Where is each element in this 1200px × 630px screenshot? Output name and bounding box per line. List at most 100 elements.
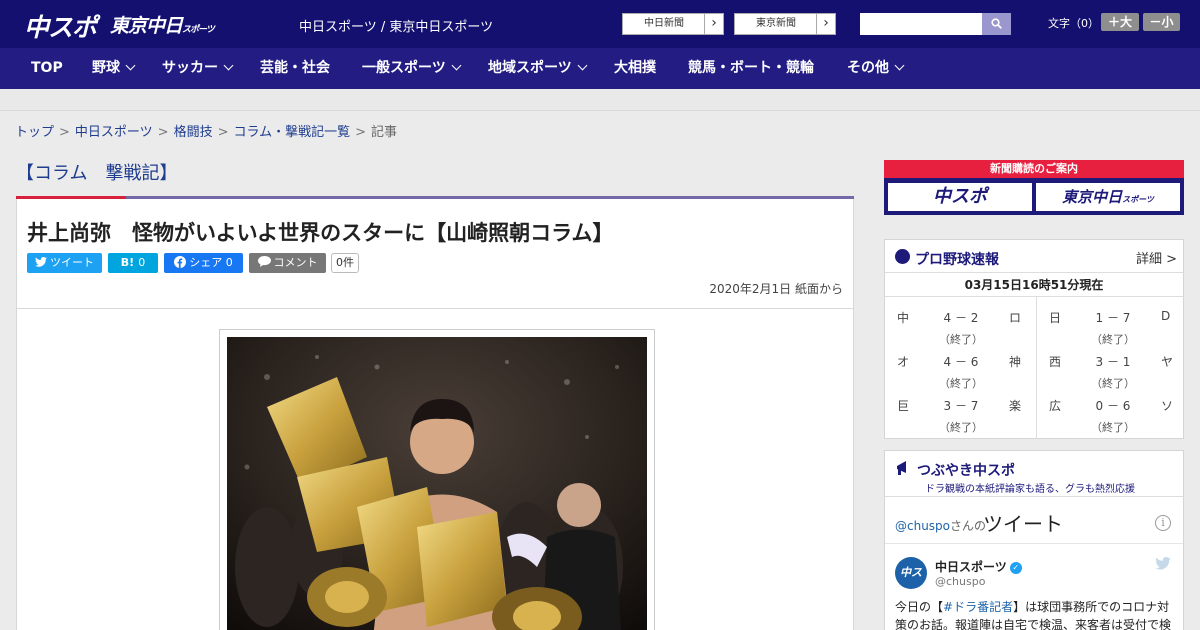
away-team: 神 [1009,355,1022,369]
away-team: ヤ [1161,355,1174,369]
font-smaller-button[interactable]: －小 [1143,13,1180,31]
search-button[interactable] [982,13,1011,35]
twitter-bird-icon[interactable] [1155,557,1171,570]
avatar[interactable]: 中スポ [895,557,927,611]
twitter-widget: つぶやき中スポ ドラ観戦の本紙評論家も語る、グラも熱烈応援 @chuspoさんの… [884,450,1184,630]
away-team: ロ [1009,311,1022,325]
hatena-icon: B! [120,256,135,269]
site-names[interactable]: 中日スポーツ / 東京中日スポーツ [299,16,493,35]
twitter-widget-subtitle: ドラ観戦の本紙評論家も語る、グラも熱烈応援 [925,484,1135,495]
breadcrumb-column-list[interactable]: コラム・撃戦記一覧 [234,125,351,140]
game-score[interactable]: 日 1 － 7 D （終了） [1037,297,1185,346]
twitter-handle-link[interactable]: @chuspoさんの [895,517,986,534]
chevron-down-icon [451,60,462,71]
subscription-chuspo-logo[interactable]: 中スポ [888,183,1032,211]
search-input[interactable] [860,13,982,35]
hatena-count: 0 [138,256,146,269]
facebook-icon [174,256,187,268]
nav-general-sports[interactable]: 一般スポーツ [362,48,462,89]
home-team: 中 [897,311,910,325]
nav-soccer[interactable]: サッカー [162,48,234,89]
twitter-bird-icon [35,256,47,267]
breadcrumb-chunichi-sports[interactable]: 中日スポーツ [75,125,153,140]
away-team: ソ [1161,399,1174,413]
home-team: 広 [1049,399,1062,413]
article-header: 井上尚弥 怪物がいよいよ世界のスターに【山崎照朝コラム】 ツイート B! 0 シェ… [16,199,854,309]
score: 1 － 7 [1095,311,1131,325]
baseball-icon [895,249,910,264]
font-larger-button[interactable]: ＋大 [1101,13,1139,31]
tokyo-shimbun-link[interactable]: 東京新聞 › [734,13,836,35]
nav-racing-label: 競馬・ボート・競輪 [688,60,814,76]
main-nav: TOP 野球 サッカー 芸能・社会 一般スポーツ 地域スポーツ 大相撲 競馬・ボ… [0,48,1200,89]
tweet-hashtag[interactable]: #ドラ番記者 [943,600,1013,614]
tweets-heading: ツイート [983,512,1063,536]
sub-band [0,89,1200,111]
speech-bubble-icon [257,256,271,267]
nav-baseball[interactable]: 野球 [92,48,136,89]
tweet-text: 今日の【#ドラ番記者】は球団事務所でのコロナ対策のお話。報道陣は自宅で検温、来客… [895,598,1175,630]
facebook-share-button[interactable]: シェア 0 [164,253,243,273]
breadcrumb-top[interactable]: トップ [15,125,54,140]
info-icon[interactable]: i [1155,515,1171,531]
tweet-author-name[interactable]: 中日スポーツ ✓ [935,558,1022,575]
baseball-details-link[interactable]: 詳細 > [1136,248,1177,267]
game-score[interactable]: 巨 3 － 7 楽 （終了） [885,385,1033,434]
score: 0 － 6 [1095,399,1131,413]
score: 4 － 6 [943,355,979,369]
nav-sumo[interactable]: 大相撲 [614,48,656,89]
game-score[interactable]: オ 4 － 6 神 （終了） [885,341,1033,390]
game-score[interactable]: 中 4 － 2 ロ （終了） [885,297,1033,346]
chevron-down-icon [577,60,588,71]
baseball-widget-title: プロ野球速報 [915,252,999,268]
article-photo[interactable] [227,337,647,630]
breadcrumb-martial-arts[interactable]: 格闘技 [174,125,213,140]
subscription-tokyo-chunichi-logo[interactable]: 東京中日スポーツ [1036,183,1180,211]
article-body [16,308,854,630]
nav-local-sports[interactable]: 地域スポーツ [488,48,588,89]
nav-entertainment-label: 芸能・社会 [260,60,330,76]
article-photo-frame [219,329,655,630]
nav-entertainment[interactable]: 芸能・社会 [260,48,330,89]
subscription-tokyo-chunichi-small: スポーツ [1122,195,1154,204]
breadcrumb-separator: > [355,125,367,140]
away-team: 楽 [1009,399,1022,413]
home-team: 西 [1049,355,1062,369]
comment-button-label: コメント [273,256,318,269]
nav-sumo-label: 大相撲 [614,60,656,76]
game-score[interactable]: 広 0 － 6 ソ （終了） [1037,385,1185,434]
game-status: （終了） [1091,421,1135,434]
tokyo-chunichi-logo[interactable]: 東京中日スポーツ [110,11,215,38]
chevron-right-icon: › [704,14,723,34]
chunichi-shimbun-link[interactable]: 中日新聞 › [622,13,724,35]
tweet-author-handle[interactable]: @chuspo [935,575,985,588]
nav-racing[interactable]: 競馬・ボート・競輪 [688,48,814,89]
game-score[interactable]: 西 3 － 1 ヤ （終了） [1037,341,1185,390]
score: 3 － 7 [943,399,979,413]
score-timestamp: 03月15日16時51分現在 [885,273,1183,297]
tokyo-chunichi-logo-text: 東京中日 [110,15,183,37]
tweet-button[interactable]: ツイート [27,253,102,273]
chunichi-shimbun-label: 中日新聞 [644,18,684,29]
comment-count[interactable]: 0件 [331,253,359,273]
megaphone-icon [897,461,906,475]
twitter-handle-suffix: さんの [950,519,987,533]
facebook-share-label: シェア 0 [189,256,233,269]
nav-local-sports-label: 地域スポーツ [488,60,572,76]
nav-other[interactable]: その他 [847,48,905,89]
subscription-heading: 新聞購読のご案内 [990,162,1078,175]
chevron-right-icon: › [816,14,835,34]
home-team: 日 [1049,311,1062,325]
breadcrumb: トップ > 中日スポーツ > 格闘技 > コラム・撃戦記一覧 > 記事 [15,121,397,140]
comment-button[interactable]: コメント [249,253,326,273]
nav-top-label: TOP [31,60,63,76]
hatena-bookmark-button[interactable]: B! 0 [108,253,158,273]
top-header: 中スポ 東京中日スポーツ 中日スポーツ / 東京中日スポーツ 中日新聞 › 東京… [0,0,1200,48]
section-title: 【コラム 撃戦記】 [16,163,178,184]
chevron-down-icon [894,60,905,71]
nav-general-sports-label: 一般スポーツ [362,60,446,76]
nav-top[interactable]: TOP [31,48,63,89]
away-team: D [1161,309,1171,323]
chuspo-logo[interactable]: 中スポ [24,8,97,44]
breadcrumb-current: 記事 [371,125,398,140]
